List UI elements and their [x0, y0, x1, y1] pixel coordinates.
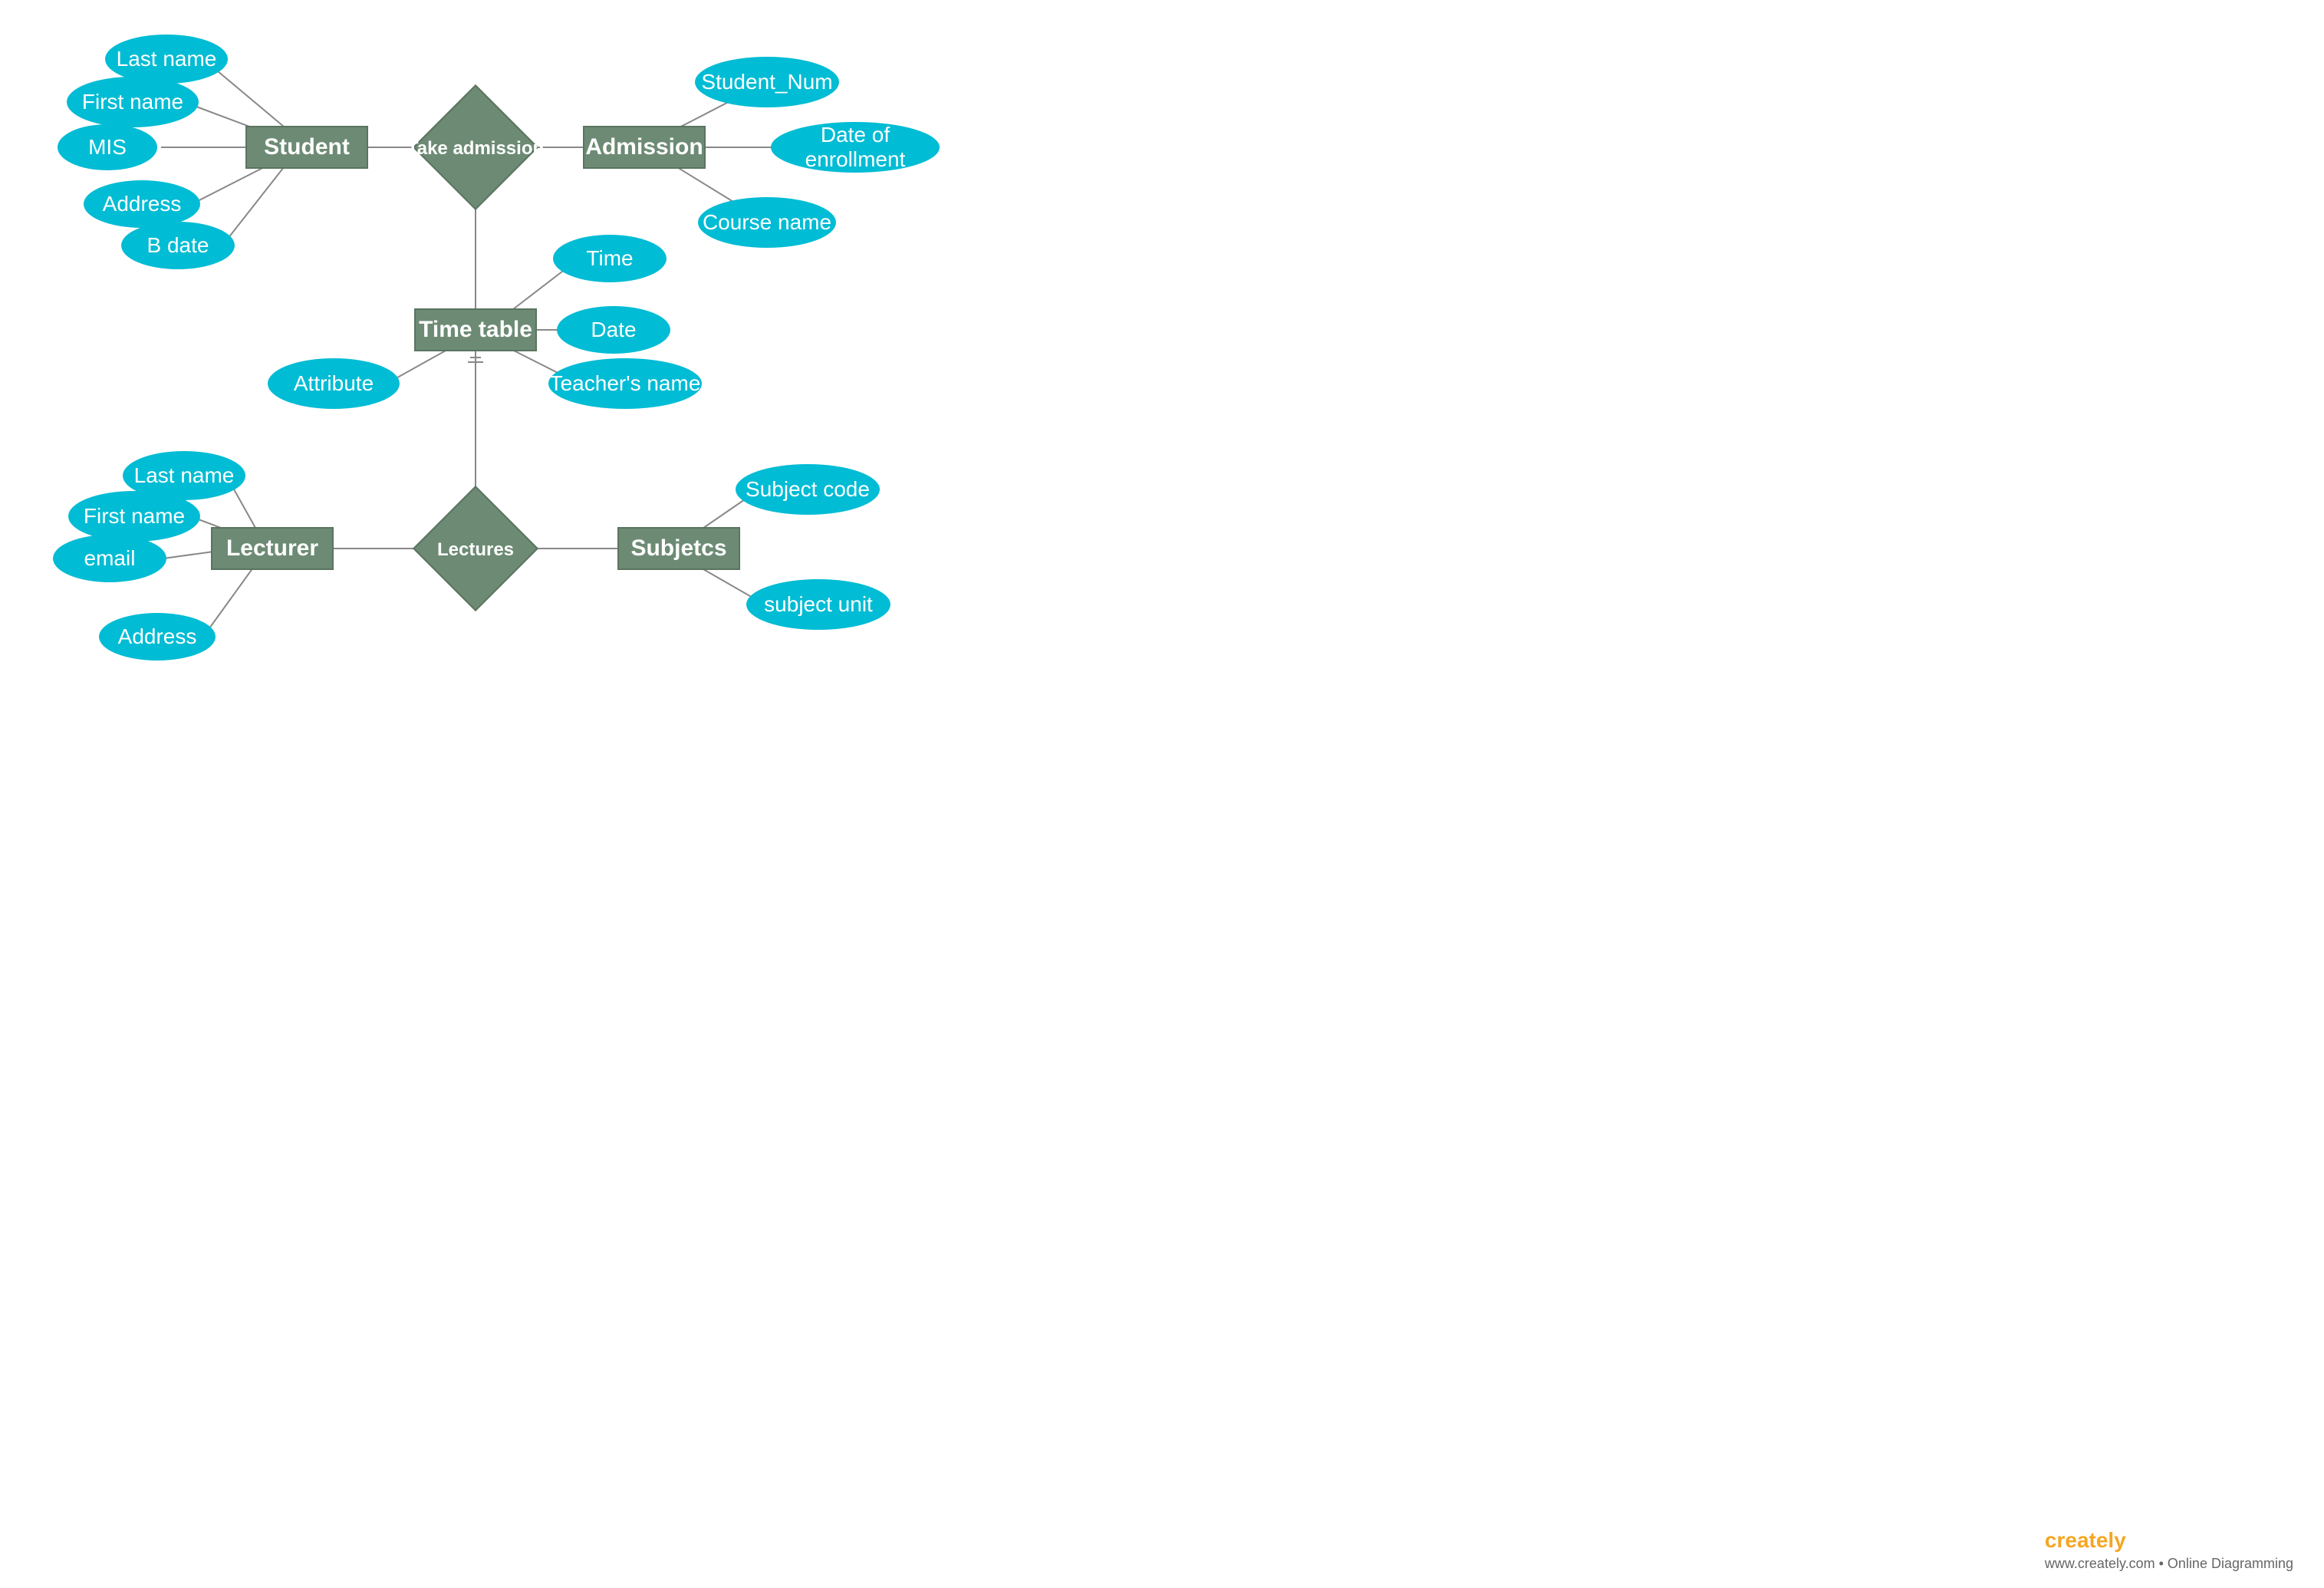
watermark: creately www.creately.com • Online Diagr…	[2045, 1528, 2293, 1573]
relationship-lectures	[413, 486, 538, 611]
attr-subject-unit: subject unit	[746, 579, 890, 630]
entity-lecturer: Lecturer	[211, 527, 334, 570]
attr-date: Date	[557, 306, 670, 354]
attr-course-name: Course name	[698, 197, 836, 248]
attr-first-name-lecturer: First name	[68, 491, 200, 542]
entity-timetable: Time table	[414, 308, 537, 351]
entity-subjetcs: Subjetcs	[617, 527, 740, 570]
attr-subject-code: Subject code	[736, 464, 880, 515]
diagram-container: Student Admission Time table Lecturer Su…	[0, 0, 2324, 1588]
attr-mis: MIS	[58, 124, 157, 170]
tagline: www.creately.com • Online Diagramming	[2045, 1556, 2293, 1571]
attr-email: email	[53, 535, 166, 582]
attr-attribute: Attribute	[268, 358, 400, 409]
attr-address-lecturer: Address	[99, 613, 216, 661]
attr-time: Time	[553, 235, 667, 282]
attr-address-student: Address	[84, 180, 200, 228]
attr-teachers-name: Teacher's name	[548, 358, 702, 409]
relationship-take-admission	[413, 84, 538, 210]
brand-name: creately	[2045, 1528, 2126, 1552]
entity-admission: Admission	[583, 126, 706, 169]
attr-b-date: B date	[121, 222, 235, 269]
attr-student-num: Student_Num	[695, 57, 839, 107]
attr-first-name-student: First name	[67, 77, 199, 127]
attr-date-enrollment: Date of enrollment	[771, 122, 940, 173]
diagram-lines	[0, 0, 2324, 1588]
entity-student: Student	[245, 126, 368, 169]
